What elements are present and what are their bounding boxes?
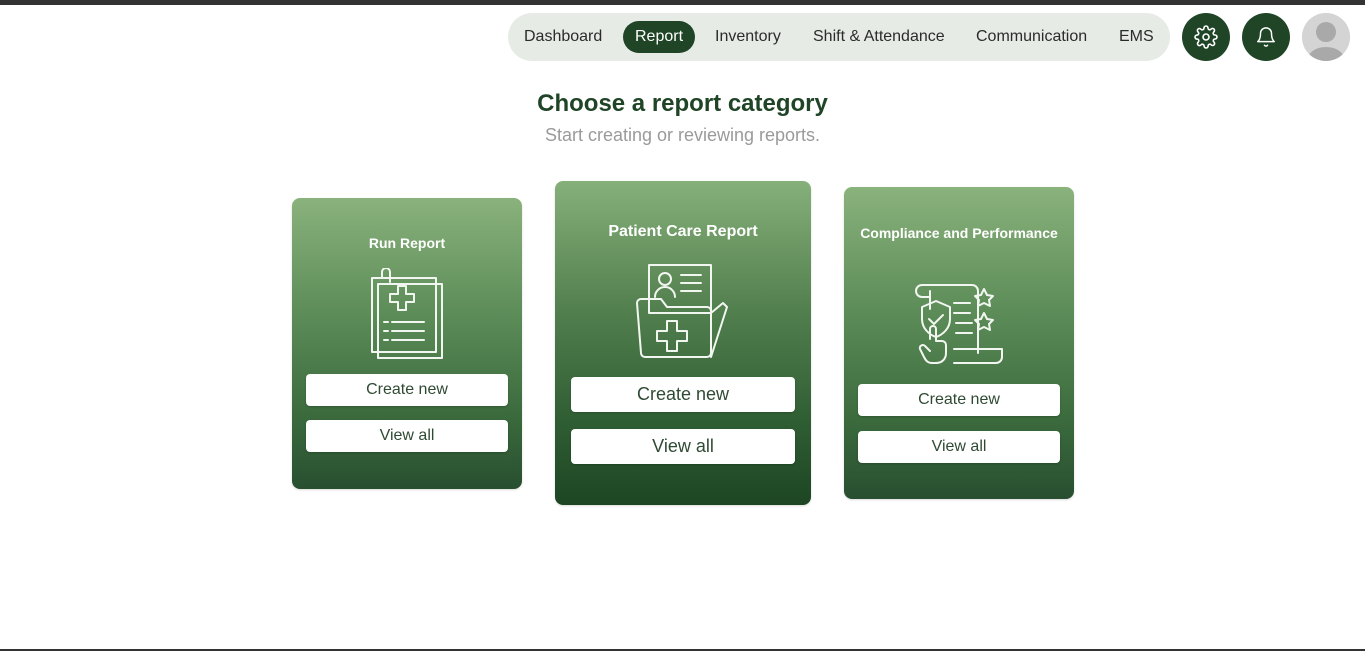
nav-item-dashboard[interactable]: Dashboard — [524, 21, 602, 53]
compliance-scroll-icon — [915, 284, 1003, 364]
settings-button[interactable] — [1182, 13, 1230, 61]
card-run-report: Run Report Create new View all — [292, 198, 522, 489]
clipboard-medical-icon — [371, 268, 443, 359]
main-nav: Dashboard Report Inventory Shift & Atten… — [508, 13, 1170, 61]
nav-item-report[interactable]: Report — [623, 21, 696, 53]
compliance-create-new-button[interactable]: Create new — [858, 384, 1060, 416]
card-compliance-performance: Compliance and Performance Create new Vi… — [844, 187, 1074, 499]
page-title: Choose a report category — [537, 90, 828, 117]
nav-item-inventory[interactable]: Inventory — [715, 21, 781, 53]
notifications-button[interactable] — [1242, 13, 1290, 61]
user-avatar[interactable] — [1302, 13, 1350, 61]
card-title: Patient Care Report — [608, 223, 758, 240]
card-title: Run Report — [368, 235, 446, 251]
top-border — [0, 0, 1365, 5]
avatar-icon — [1302, 13, 1350, 61]
compliance-view-all-button[interactable]: View all — [858, 431, 1060, 463]
card-title: Compliance and Performance — [860, 225, 1058, 241]
gear-icon — [1194, 25, 1218, 49]
run-report-view-all-button[interactable]: View all — [306, 420, 508, 452]
bell-icon — [1257, 27, 1275, 47]
nav-item-communication[interactable]: Communication — [976, 21, 1087, 53]
nav-item-ems[interactable]: EMS — [1119, 21, 1154, 53]
run-report-create-new-button[interactable]: Create new — [306, 374, 508, 406]
card-patient-care-report: Patient Care Report Create new View all — [555, 181, 811, 505]
patient-care-view-all-button[interactable]: View all — [571, 429, 795, 464]
patient-folder-icon — [636, 264, 728, 358]
page-subtitle: Start creating or reviewing reports. — [544, 125, 821, 145]
patient-care-create-new-button[interactable]: Create new — [571, 377, 795, 412]
nav-item-shift-attendance[interactable]: Shift & Attendance — [813, 21, 945, 53]
